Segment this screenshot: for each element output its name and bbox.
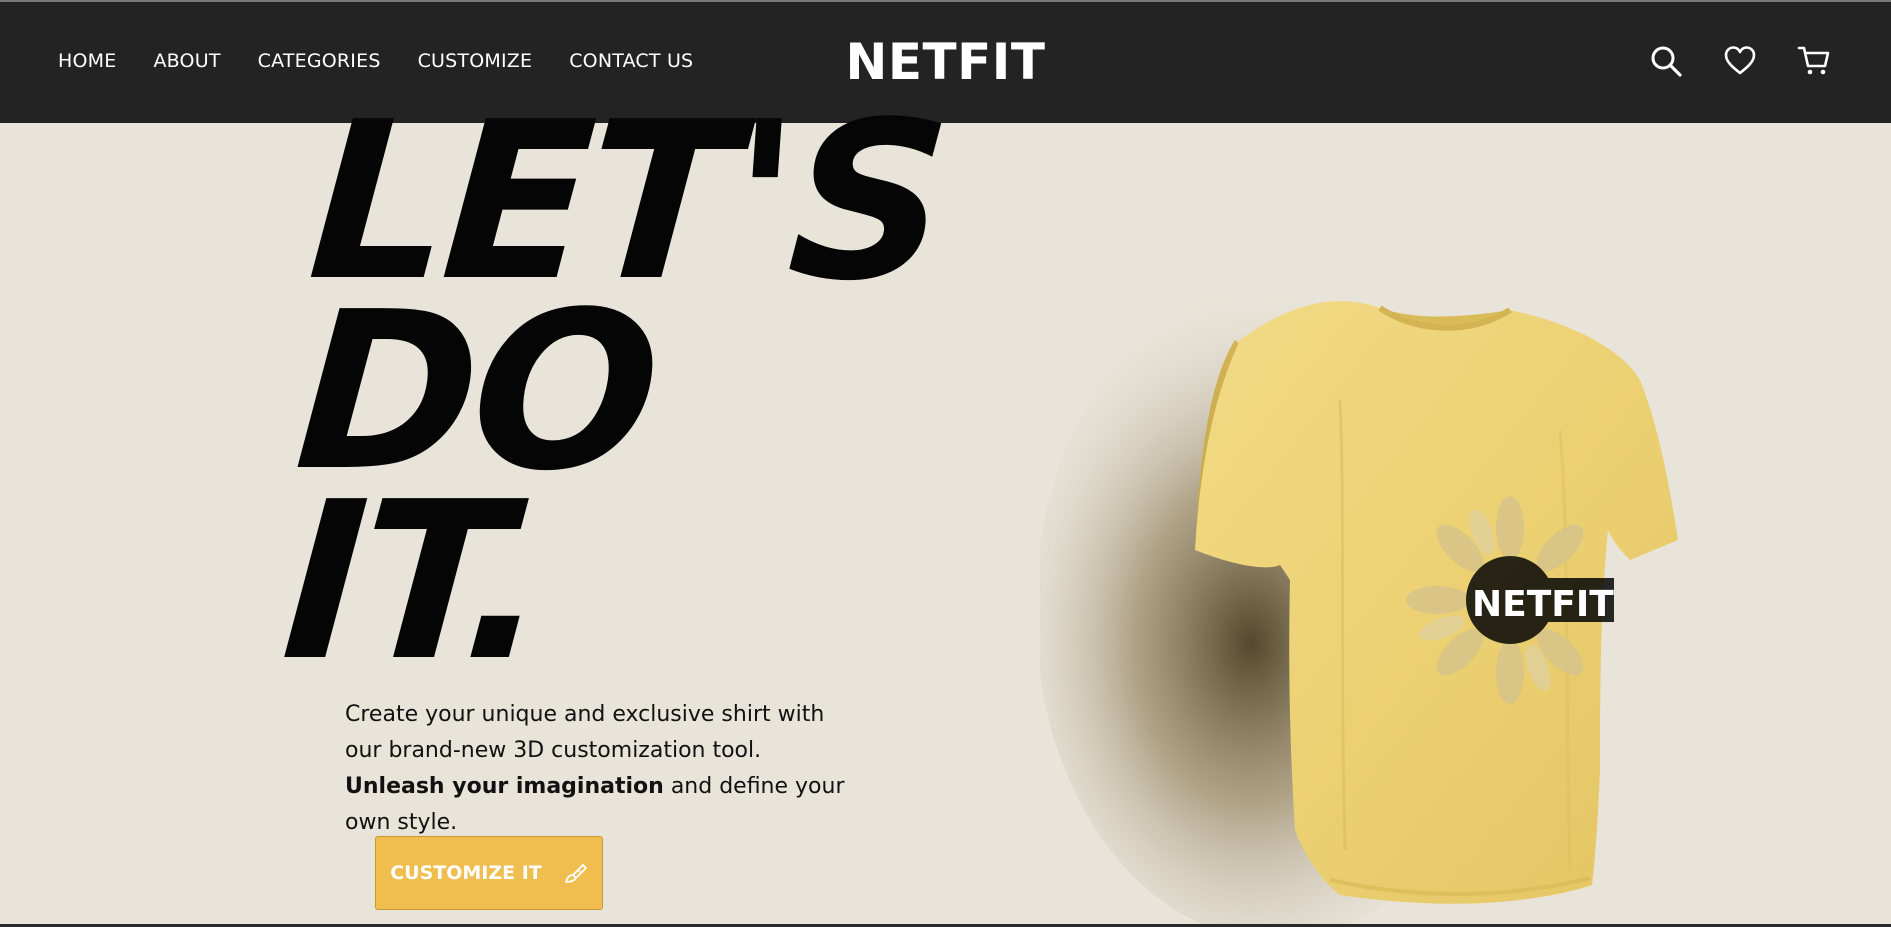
customize-it-label: CUSTOMIZE IT: [390, 862, 542, 884]
hero-description: Create your unique and exclusive shirt w…: [345, 697, 865, 841]
paintbrush-icon: [564, 864, 587, 883]
main-nav: HOME ABOUT CATEGORIES CUSTOMIZE CONTACT …: [58, 50, 730, 72]
nav-customize[interactable]: CUSTOMIZE: [418, 50, 533, 72]
tshirt-print-logo: NETFIT: [1472, 584, 1614, 625]
search-icon[interactable]: [1649, 44, 1683, 78]
nav-home[interactable]: HOME: [58, 50, 116, 72]
hero-description-bold: Unleash your imagination: [345, 774, 664, 799]
nav-contact-us[interactable]: CONTACT US: [569, 50, 693, 72]
nav-categories[interactable]: CATEGORIES: [258, 50, 381, 72]
nav-about[interactable]: ABOUT: [153, 50, 220, 72]
hero-description-part-1: Create your unique and exclusive shirt w…: [345, 702, 825, 763]
tshirt-illustration: NETFIT: [1035, 280, 1678, 927]
hero-headline: LET'S DO IT.: [276, 76, 951, 709]
cart-icon[interactable]: [1797, 44, 1831, 78]
header-actions: [1649, 44, 1831, 78]
heart-icon[interactable]: [1723, 44, 1757, 78]
customize-it-button[interactable]: CUSTOMIZE IT: [375, 836, 603, 910]
page: HOME ABOUT CATEGORIES CUSTOMIZE CONTACT …: [0, 0, 1891, 927]
tshirt-preview: NETFIT: [1035, 250, 1760, 927]
